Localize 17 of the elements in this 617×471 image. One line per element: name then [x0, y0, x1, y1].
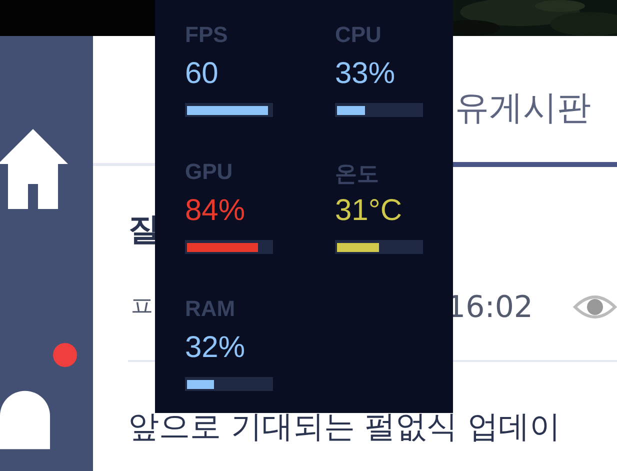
- board-title: 유게시판: [455, 86, 591, 130]
- stat-value: 32%: [185, 331, 246, 366]
- home-icon[interactable]: [0, 129, 68, 209]
- eye-icon: [573, 293, 617, 321]
- stat-label: GPU: [185, 159, 233, 186]
- stat-label: FPS: [185, 22, 228, 49]
- post-title: 질: [128, 209, 160, 250]
- stat-value: 84%: [185, 194, 246, 229]
- post-time: 16:02: [446, 290, 533, 324]
- stat-value: 60: [185, 57, 218, 92]
- stat-value: 33%: [335, 57, 396, 92]
- stat-value: 31°C: [335, 194, 402, 229]
- notification-dot: [53, 343, 77, 367]
- stat-label: CPU: [335, 22, 382, 49]
- stat-label: RAM: [185, 296, 236, 323]
- author-name: ㅍ: [128, 289, 156, 325]
- stat-label: 온도: [335, 160, 379, 188]
